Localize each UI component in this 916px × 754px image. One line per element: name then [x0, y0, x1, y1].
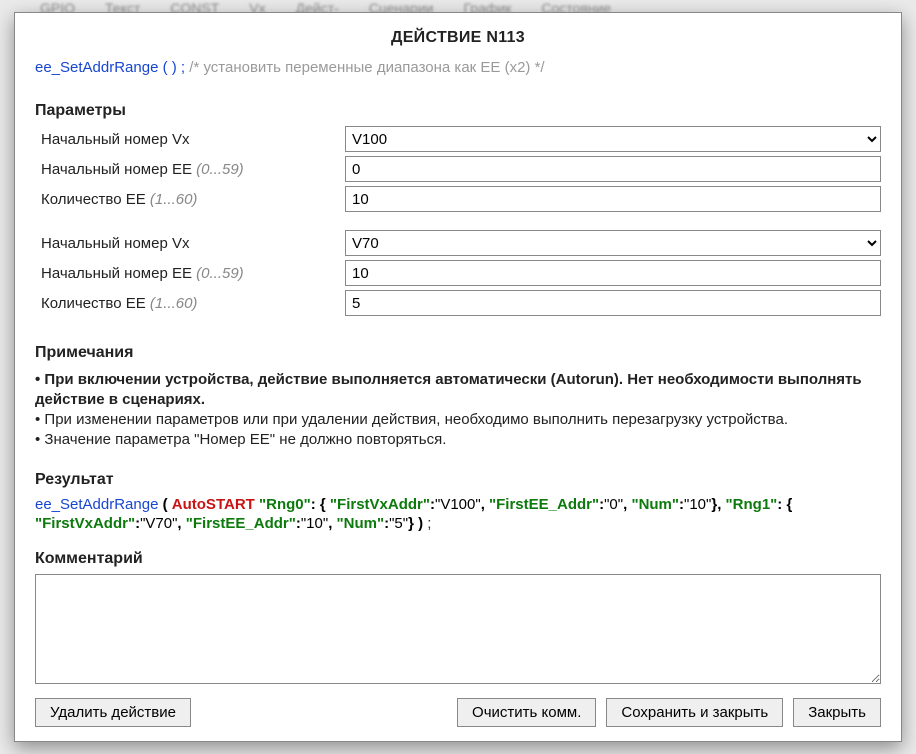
code-comma: , — [177, 515, 185, 532]
parameters-title: Параметры — [35, 102, 881, 120]
param-hint: (1...60) — [150, 191, 198, 208]
result-val: "5" — [389, 515, 408, 532]
result-range-name: "Rng0" — [259, 496, 311, 513]
comment-section: Комментарий — [35, 550, 881, 684]
function-parens: ( ) ; — [158, 59, 185, 76]
param-block: Начальный номер Vx V100Начальный номер E… — [35, 126, 881, 212]
result-key: "Num" — [337, 515, 385, 532]
param-label: Начальный номер EE (0...59) — [35, 265, 345, 282]
param-row: Начальный номер EE (0...59) — [35, 260, 881, 286]
action-dialog: ДЕЙСТВИЕ N113 ee_SetAddrRange ( ) ; /* у… — [14, 12, 902, 742]
result-key: "FirstVxAddr" — [35, 515, 135, 532]
param-hint: (1...60) — [150, 295, 198, 312]
code-brace: { — [320, 496, 330, 513]
result-val: "10" — [684, 496, 711, 513]
function-name: ee_SetAddrRange — [35, 59, 158, 76]
note-line: • При изменении параметров или при удале… — [35, 410, 881, 430]
parameters-section: Параметры Начальный номер Vx V100Начальн… — [35, 102, 881, 320]
param-label: Начальный номер Vx — [35, 235, 345, 252]
result-val: "V100" — [435, 496, 481, 513]
param-row: Количество EE (1...60) — [35, 290, 881, 316]
result-val: "0" — [604, 496, 623, 513]
notes-section: Примечания • При включении устройства, д… — [35, 342, 881, 451]
param-block: Начальный номер Vx V70Начальный номер EE… — [35, 230, 881, 316]
code-semicolon: ; — [427, 515, 431, 532]
param-label: Количество EE (1...60) — [35, 295, 345, 312]
comment-textarea[interactable] — [35, 574, 881, 684]
result-code: ee_SetAddrRange ( AutoSTART "Rng0": { "F… — [35, 495, 881, 534]
result-title: Результат — [35, 471, 881, 489]
param-label: Начальный номер Vx — [35, 131, 345, 148]
result-key: "FirstVxAddr" — [330, 496, 430, 513]
param-row: Начальный номер Vx V100 — [35, 126, 881, 152]
code-paren: ( — [163, 496, 168, 513]
param-row: Начальный номер Vx V70 — [35, 230, 881, 256]
function-comment: /* установить переменные диапазона как E… — [189, 59, 544, 76]
result-section: Результат ee_SetAddrRange ( AutoSTART "R… — [35, 471, 881, 534]
code-brace: } — [408, 515, 414, 532]
code-comma: , — [717, 496, 725, 513]
code-comma: , — [328, 515, 336, 532]
vx-select[interactable]: V100 — [345, 126, 881, 152]
note-line: • Значение параметра "Номер ЕЕ" не должн… — [35, 430, 881, 450]
param-input[interactable] — [345, 156, 881, 182]
param-label: Количество EE (1...60) — [35, 191, 345, 208]
result-fn: ee_SetAddrRange — [35, 496, 158, 513]
param-control — [345, 186, 881, 212]
result-key: "FirstEE_Addr" — [489, 496, 599, 513]
param-control: V70 — [345, 230, 881, 256]
code-comma: , — [481, 496, 489, 513]
code-brace: { — [786, 496, 792, 513]
note-line: • При включении устройства, действие вып… — [35, 370, 881, 411]
code-paren: ) — [418, 515, 423, 532]
param-control: V100 — [345, 126, 881, 152]
param-label: Начальный номер EE (0...59) — [35, 161, 345, 178]
param-control — [345, 156, 881, 182]
param-input[interactable] — [345, 290, 881, 316]
dialog-title: ДЕЙСТВИЕ N113 — [35, 29, 881, 47]
code-colon: : — [311, 496, 320, 513]
notes-title: Примечания — [35, 342, 881, 364]
function-signature: ee_SetAddrRange ( ) ; /* установить пере… — [35, 59, 881, 76]
param-input[interactable] — [345, 260, 881, 286]
result-range-name: "Rng1" — [726, 496, 778, 513]
param-row: Начальный номер EE (0...59) — [35, 156, 881, 182]
button-bar: Удалить действие Очистить комм. Сохранит… — [35, 698, 881, 727]
save-close-button[interactable]: Сохранить и закрыть — [606, 698, 783, 727]
close-button[interactable]: Закрыть — [793, 698, 881, 727]
result-val: "10" — [301, 515, 328, 532]
result-key: "Num" — [631, 496, 679, 513]
delete-action-button[interactable]: Удалить действие — [35, 698, 191, 727]
result-autostart: AutoSTART — [172, 496, 255, 513]
param-hint: (0...59) — [196, 265, 244, 282]
param-hint: (0...59) — [196, 161, 244, 178]
param-input[interactable] — [345, 186, 881, 212]
clear-comment-button[interactable]: Очистить комм. — [457, 698, 596, 727]
comment-title: Комментарий — [35, 550, 881, 568]
result-val: "V70" — [140, 515, 177, 532]
param-row: Количество EE (1...60) — [35, 186, 881, 212]
vx-select[interactable]: V70 — [345, 230, 881, 256]
param-control — [345, 260, 881, 286]
result-key: "FirstEE_Addr" — [186, 515, 296, 532]
param-control — [345, 290, 881, 316]
